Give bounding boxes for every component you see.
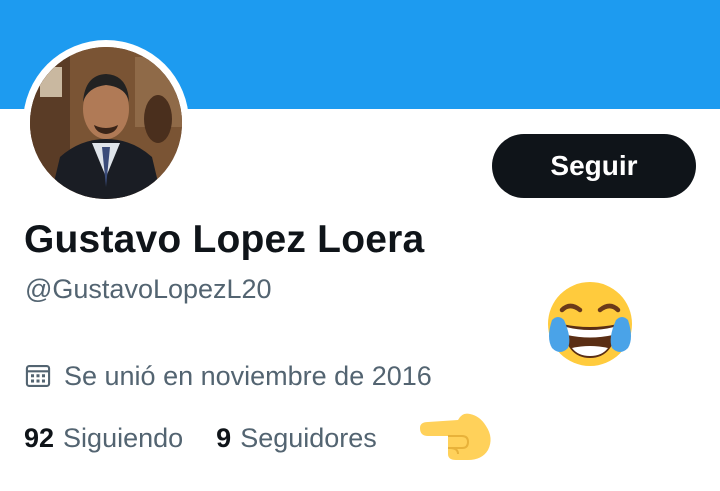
- laughing-emoji-icon: [548, 282, 632, 366]
- follow-button[interactable]: Seguir: [492, 134, 696, 198]
- pointing-hand-emoji-icon: [420, 413, 491, 460]
- followers-label: Seguidores: [240, 422, 377, 453]
- username-handle: @GustavoLopezL20: [25, 274, 272, 304]
- following-link[interactable]: 92 Siguiendo: [24, 423, 183, 454]
- followers-count: 9: [216, 422, 232, 453]
- avatar[interactable]: [30, 47, 182, 199]
- following-count: 92: [24, 422, 55, 453]
- join-date: Se unió en noviembre de 2016: [24, 358, 432, 394]
- followers-link[interactable]: 9 Seguidores: [216, 423, 377, 454]
- following-label: Siguiendo: [63, 422, 184, 453]
- display-name: Gustavo Lopez Loera: [24, 218, 425, 261]
- avatar-photo: [30, 47, 182, 199]
- follow-stats: 92 Siguiendo 9 Seguidores: [24, 420, 377, 456]
- calendar-icon: [25, 365, 51, 387]
- join-date-text: Se unió en noviembre de 2016: [64, 360, 432, 391]
